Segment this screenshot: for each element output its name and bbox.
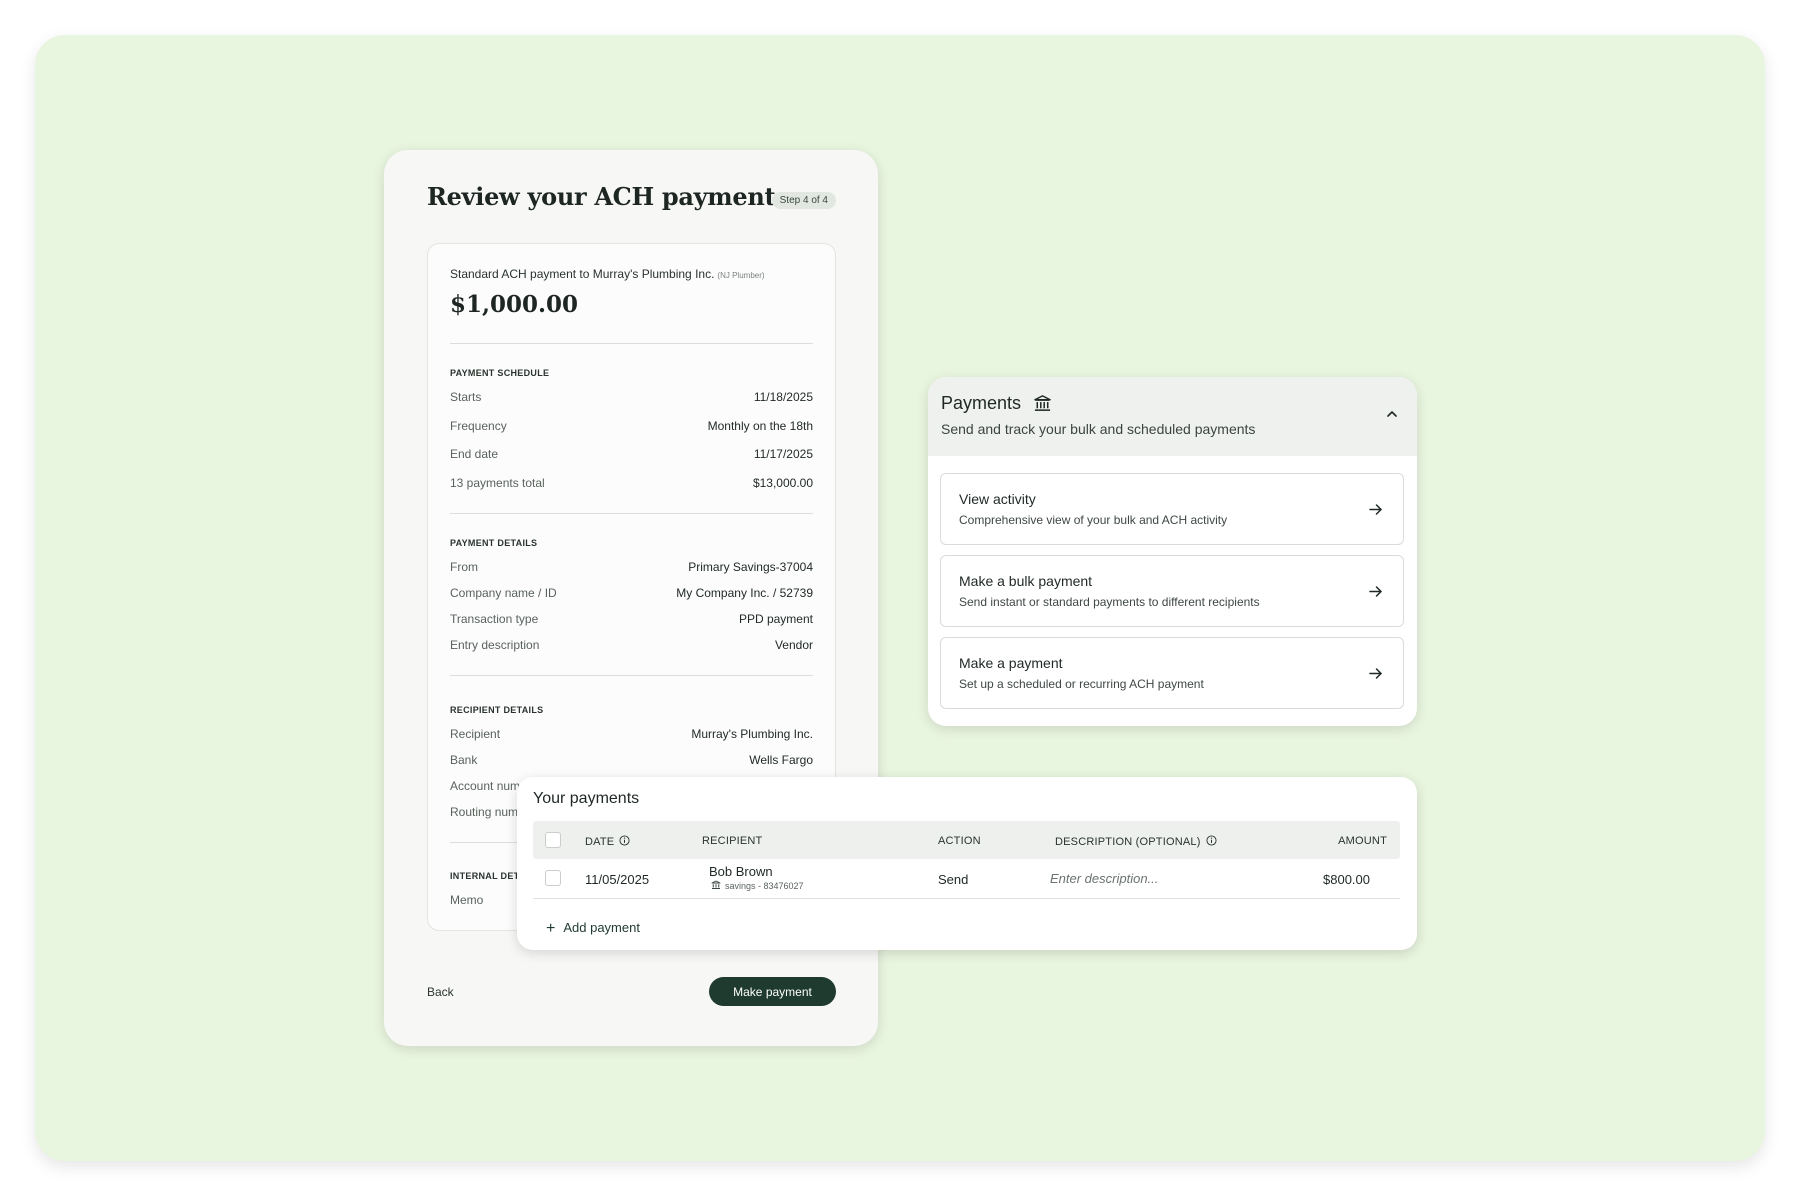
- make-payment-card[interactable]: Make a payment Set up a scheduled or rec…: [940, 637, 1404, 709]
- divider: [450, 513, 813, 514]
- add-payment-label: Add payment: [563, 920, 640, 935]
- action-subtitle: Comprehensive view of your bulk and ACH …: [959, 513, 1228, 527]
- review-title: Review your ACH payment: [427, 182, 776, 211]
- row-date: 11/05/2025: [585, 872, 650, 887]
- schedule-value-starts: 11/18/2025: [753, 390, 813, 404]
- schedule-value-total: $13,000.00: [752, 476, 813, 490]
- payment-description-text: Standard ACH payment to Murray's Plumbin…: [450, 267, 715, 281]
- schedule-value-end-date: 11/17/2025: [753, 447, 813, 461]
- divider: [450, 343, 813, 344]
- schedule-label-frequency: Frequency: [450, 419, 507, 433]
- recipient-label-account: Account num: [450, 779, 521, 793]
- action-title: View activity: [959, 491, 1036, 507]
- action-subtitle: Send instant or standard payments to dif…: [959, 595, 1260, 609]
- recipient-label-routing: Routing num: [450, 805, 519, 819]
- details-label-from: From: [450, 560, 478, 574]
- arrow-right-icon: [1369, 504, 1382, 515]
- step-badge: Step 4 of 4: [771, 192, 836, 209]
- row-recipient-name: Bob Brown: [709, 864, 773, 879]
- column-header-date-label: DATE: [585, 836, 615, 848]
- column-header-recipient: RECIPIENT: [702, 835, 763, 847]
- recipient-label-bank: Bank: [450, 753, 478, 767]
- payments-panel: Payments Send and track your bulk and sc…: [928, 377, 1417, 726]
- row-checkbox[interactable]: [545, 870, 561, 886]
- chevron-up-icon[interactable]: [1385, 407, 1399, 421]
- details-value-transaction-type: PPD payment: [738, 612, 813, 626]
- details-value-from: Primary Savings-37004: [688, 560, 813, 574]
- internal-label-memo: Memo: [450, 893, 484, 907]
- details-label-entry-description: Entry description: [450, 638, 540, 652]
- column-header-description: DESCRIPTION (OPTIONAL): [1055, 835, 1217, 848]
- column-header-amount: AMOUNT: [1338, 835, 1387, 847]
- description-input[interactable]: [1050, 867, 1250, 889]
- payments-panel-header: Payments Send and track your bulk and sc…: [928, 377, 1417, 456]
- payments-subtitle: Send and track your bulk and scheduled p…: [941, 421, 1256, 437]
- row-recipient-account: savings - 83476027: [711, 880, 804, 891]
- your-payments-panel: Your payments DATE RECIPIENT ACTION DESC…: [517, 777, 1417, 950]
- make-bulk-payment-card[interactable]: Make a bulk payment Send instant or stan…: [940, 555, 1404, 627]
- schedule-label-total: 13 payments total: [450, 476, 545, 490]
- select-all-checkbox[interactable]: [545, 832, 561, 848]
- info-icon[interactable]: [1206, 835, 1217, 846]
- your-payments-title: Your payments: [533, 790, 640, 807]
- action-title: Make a bulk payment: [959, 573, 1093, 589]
- view-activity-card[interactable]: View activity Comprehensive view of your…: [940, 473, 1404, 545]
- row-action: Send: [938, 872, 969, 887]
- plus-icon: +: [546, 920, 556, 937]
- column-header-action: ACTION: [938, 835, 981, 847]
- recipient-label-recipient: Recipient: [450, 727, 501, 741]
- schedule-value-frequency: Monthly on the 18th: [707, 419, 813, 433]
- details-label-company: Company name / ID: [450, 586, 557, 600]
- payment-description: Standard ACH payment to Murray's Plumbin…: [450, 267, 765, 281]
- add-payment-button[interactable]: + Add payment: [546, 920, 640, 938]
- bank-icon: [1034, 395, 1051, 411]
- recipient-value-bank: Wells Fargo: [749, 753, 813, 767]
- section-label-recipient: RECIPIENT DETAILS: [450, 705, 544, 715]
- make-payment-button[interactable]: Make payment: [709, 977, 836, 1006]
- payment-tag: (NJ Plumber): [717, 271, 765, 280]
- schedule-label-starts: Starts: [450, 390, 482, 404]
- divider: [450, 675, 813, 676]
- background-canvas: [35, 35, 1765, 1161]
- arrow-right-icon: [1369, 668, 1382, 679]
- bank-icon: [711, 880, 721, 889]
- action-subtitle: Set up a scheduled or recurring ACH paym…: [959, 677, 1204, 691]
- row-amount: $800.00: [1323, 872, 1370, 887]
- back-button[interactable]: Back: [427, 985, 454, 999]
- table-header: DATE RECIPIENT ACTION DESCRIPTION (OPTIO…: [533, 821, 1400, 859]
- table-row: 11/05/2025 Bob Brown savings - 83476027 …: [533, 859, 1400, 899]
- recipient-value-recipient: Murray's Plumbing Inc.: [691, 727, 813, 741]
- column-header-description-label: DESCRIPTION (OPTIONAL): [1055, 836, 1201, 848]
- action-title: Make a payment: [959, 655, 1063, 671]
- section-label-schedule: PAYMENT SCHEDULE: [450, 368, 550, 378]
- info-icon[interactable]: [619, 835, 630, 846]
- row-recipient-account-text: savings - 83476027: [725, 881, 804, 891]
- details-value-company: My Company Inc. / 52739: [676, 586, 813, 600]
- payments-title: Payments: [941, 393, 1022, 413]
- column-header-date: DATE: [585, 835, 630, 848]
- details-value-entry-description: Vendor: [774, 638, 813, 652]
- payment-amount: $1,000.00: [450, 291, 579, 318]
- schedule-label-end-date: End date: [450, 447, 499, 461]
- section-label-internal: INTERNAL DETA: [450, 871, 526, 881]
- arrow-right-icon: [1369, 586, 1382, 597]
- section-label-details: PAYMENT DETAILS: [450, 538, 538, 548]
- details-label-transaction-type: Transaction type: [450, 612, 539, 626]
